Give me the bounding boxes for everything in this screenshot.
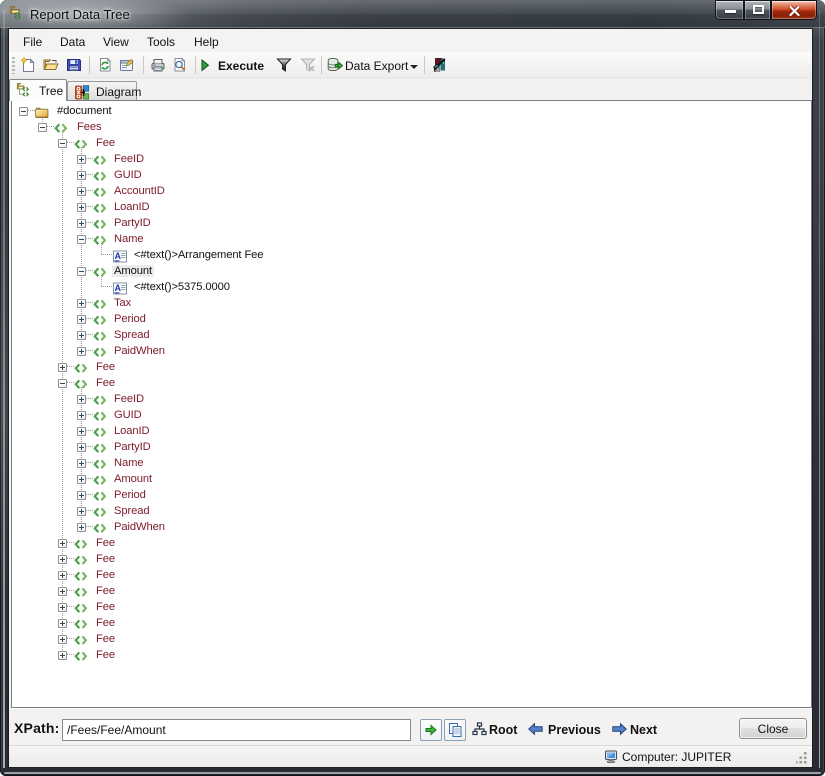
svg-text:A: A (115, 283, 122, 293)
svg-text:A: A (115, 251, 122, 261)
